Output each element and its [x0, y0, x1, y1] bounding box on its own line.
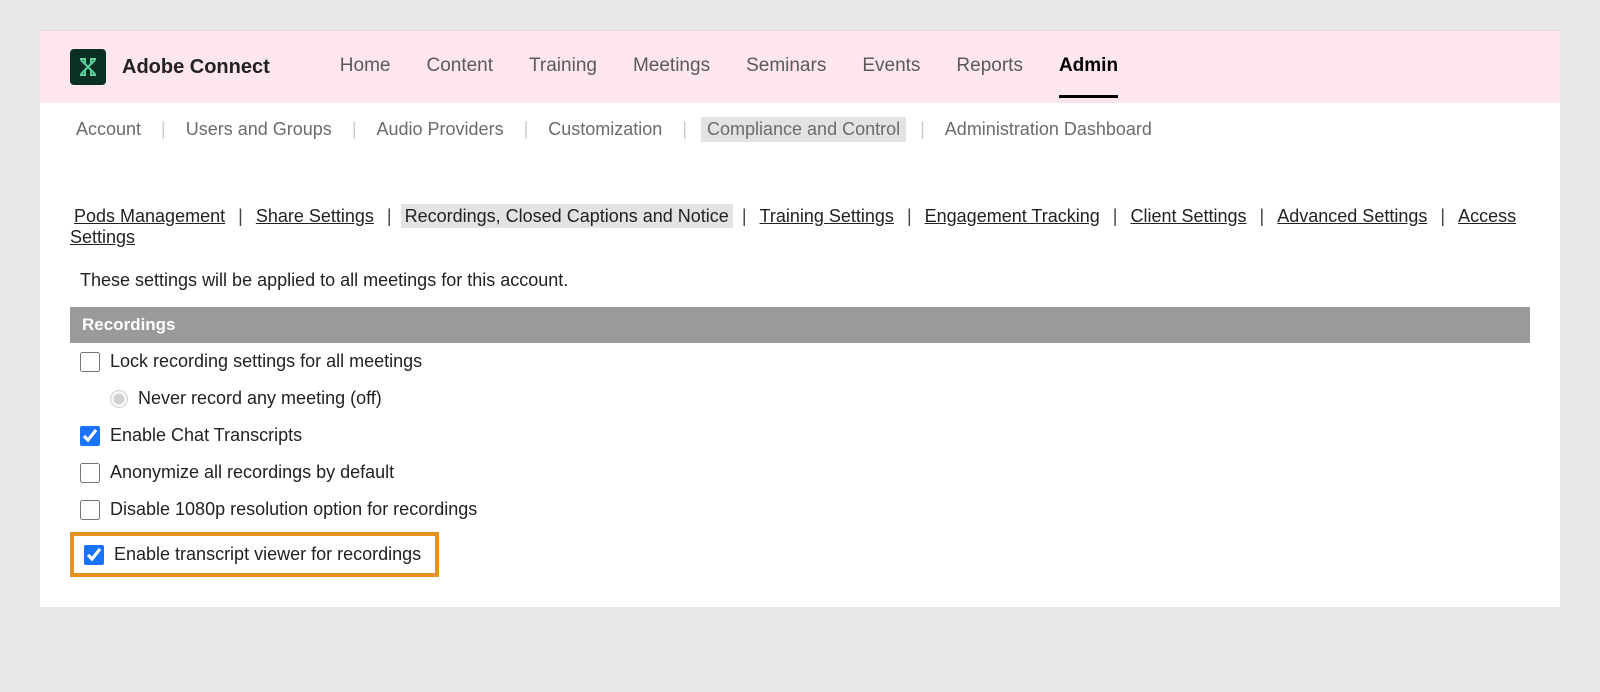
subnav-users-groups[interactable]: Users and Groups: [180, 117, 338, 142]
divider: |: [161, 119, 166, 140]
app-title: Adobe Connect: [122, 56, 270, 79]
enable-transcript-viewer-label[interactable]: Enable transcript viewer for recordings: [114, 544, 421, 565]
main-nav: Home Content Training Meetings Seminars …: [340, 55, 1118, 80]
nav-events[interactable]: Events: [862, 55, 920, 98]
divider: |: [238, 206, 243, 226]
tab-engagement-tracking[interactable]: Engagement Tracking: [921, 204, 1104, 228]
setting-enable-transcript-viewer: Enable transcript viewer for recordings: [70, 532, 439, 577]
setting-anonymize-recordings: Anonymize all recordings by default: [70, 454, 1530, 491]
section-header-recordings: Recordings: [70, 307, 1530, 343]
divider: |: [742, 206, 747, 226]
divider: |: [1260, 206, 1265, 226]
divider: |: [387, 206, 392, 226]
divider: |: [682, 119, 687, 140]
enable-chat-transcripts-label[interactable]: Enable Chat Transcripts: [110, 425, 302, 446]
top-bar: Adobe Connect Home Content Training Meet…: [40, 31, 1560, 103]
subnav-admin-dashboard[interactable]: Administration Dashboard: [939, 117, 1158, 142]
nav-admin[interactable]: Admin: [1059, 55, 1118, 98]
nav-meetings[interactable]: Meetings: [633, 55, 710, 98]
divider: |: [1440, 206, 1445, 226]
never-record-label[interactable]: Never record any meeting (off): [138, 388, 382, 409]
setting-never-record: Never record any meeting (off): [70, 380, 1530, 417]
nav-reports[interactable]: Reports: [956, 55, 1023, 98]
disable-1080p-label[interactable]: Disable 1080p resolution option for reco…: [110, 499, 477, 520]
intro-text: These settings will be applied to all me…: [80, 270, 1530, 291]
tab-training-settings[interactable]: Training Settings: [756, 204, 898, 228]
nav-seminars[interactable]: Seminars: [746, 55, 826, 98]
divider: |: [907, 206, 912, 226]
tab-client-settings[interactable]: Client Settings: [1126, 204, 1250, 228]
subnav-audio-providers[interactable]: Audio Providers: [371, 117, 510, 142]
setting-enable-chat-transcripts: Enable Chat Transcripts: [70, 417, 1530, 454]
divider: |: [524, 119, 529, 140]
enable-chat-transcripts-checkbox[interactable]: [80, 426, 100, 446]
brand: Adobe Connect: [70, 49, 270, 85]
app-logo-icon: [70, 49, 106, 85]
enable-transcript-viewer-checkbox[interactable]: [84, 545, 104, 565]
setting-lock-recording: Lock recording settings for all meetings: [70, 343, 1530, 380]
divider: |: [352, 119, 357, 140]
nav-home[interactable]: Home: [340, 55, 391, 98]
tab-recordings-cc-notice[interactable]: Recordings, Closed Captions and Notice: [401, 204, 733, 228]
subnav-account[interactable]: Account: [70, 117, 147, 142]
anonymize-recordings-checkbox[interactable]: [80, 463, 100, 483]
sub-nav: Account | Users and Groups | Audio Provi…: [40, 103, 1560, 156]
setting-disable-1080p: Disable 1080p resolution option for reco…: [70, 491, 1530, 528]
content-area: Pods Management | Share Settings | Recor…: [40, 156, 1560, 607]
divider: |: [1113, 206, 1118, 226]
tertiary-nav: Pods Management | Share Settings | Recor…: [70, 206, 1530, 248]
nav-training[interactable]: Training: [529, 55, 597, 98]
lock-recording-checkbox[interactable]: [80, 352, 100, 372]
app-frame: Adobe Connect Home Content Training Meet…: [40, 30, 1560, 607]
tab-share-settings[interactable]: Share Settings: [252, 204, 378, 228]
lock-recording-label[interactable]: Lock recording settings for all meetings: [110, 351, 422, 372]
tab-advanced-settings[interactable]: Advanced Settings: [1273, 204, 1431, 228]
subnav-compliance-control[interactable]: Compliance and Control: [701, 117, 906, 142]
anonymize-recordings-label[interactable]: Anonymize all recordings by default: [110, 462, 394, 483]
disable-1080p-checkbox[interactable]: [80, 500, 100, 520]
never-record-radio[interactable]: [110, 390, 128, 408]
nav-content[interactable]: Content: [426, 55, 493, 98]
subnav-customization[interactable]: Customization: [542, 117, 668, 142]
divider: |: [920, 119, 925, 140]
